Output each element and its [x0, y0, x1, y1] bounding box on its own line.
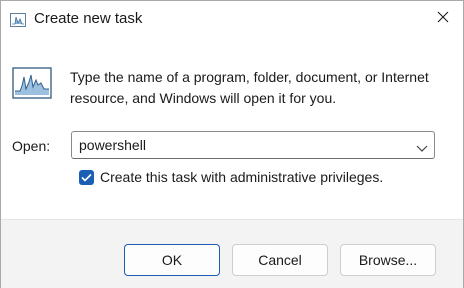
open-combobox[interactable]: powershell — [71, 131, 435, 159]
create-new-task-dialog: Create new task Type the name of a progr… — [0, 0, 464, 288]
task-manager-large-icon — [12, 67, 52, 99]
chevron-down-icon[interactable] — [416, 140, 428, 152]
title-bar: Create new task — [1, 1, 463, 39]
close-button[interactable] — [427, 4, 459, 34]
browse-button[interactable]: Browse... — [340, 244, 436, 276]
ok-button[interactable]: OK — [124, 244, 220, 276]
admin-privileges-checkbox[interactable] — [79, 169, 94, 185]
open-label: Open: — [12, 138, 51, 154]
task-manager-icon — [10, 13, 26, 27]
checkmark-icon — [81, 173, 92, 182]
button-bar: OK Cancel Browse... — [1, 219, 463, 288]
window-title: Create new task — [34, 10, 143, 27]
close-icon — [437, 10, 449, 28]
dialog-body: Type the name of a program, folder, docu… — [1, 39, 463, 219]
open-input[interactable]: powershell — [79, 137, 146, 153]
cancel-button[interactable]: Cancel — [232, 244, 328, 276]
instruction-text: Type the name of a program, folder, docu… — [70, 69, 429, 106]
admin-privileges-label[interactable]: Create this task with administrative pri… — [100, 169, 383, 185]
admin-privileges-option[interactable]: Create this task with administrative pri… — [79, 167, 383, 187]
